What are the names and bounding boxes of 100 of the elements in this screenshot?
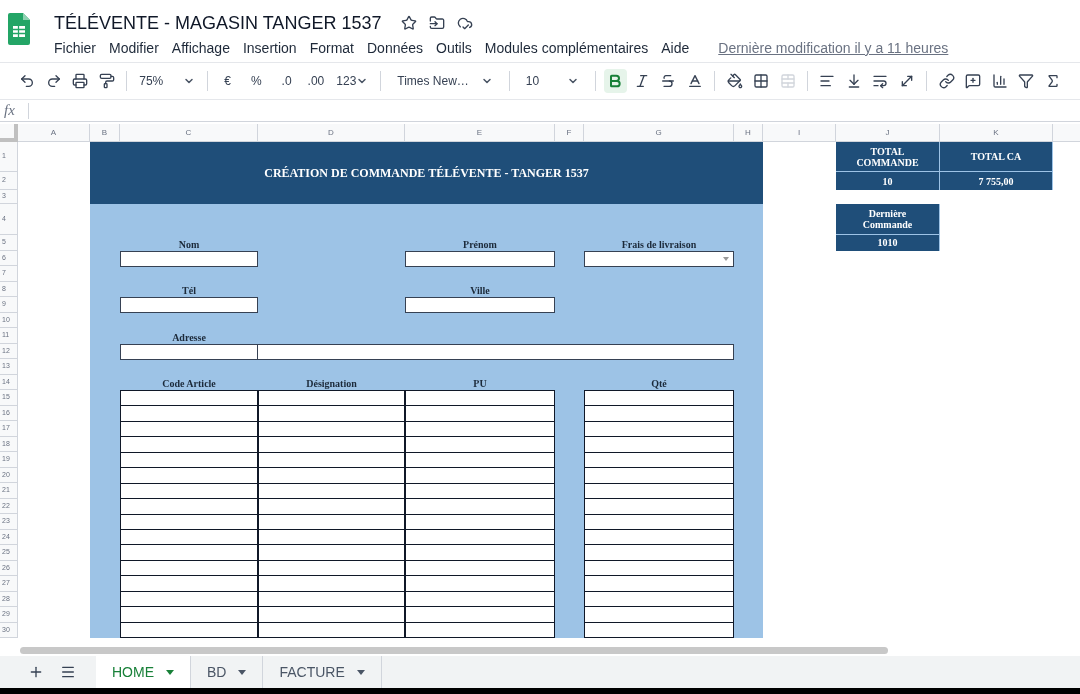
table-cell[interactable] [406, 514, 555, 530]
decrease-decimals-button[interactable]: .0 [273, 72, 300, 90]
table-cell[interactable] [585, 452, 734, 469]
table-cell[interactable] [585, 391, 734, 407]
menu-item[interactable]: Modifier [109, 38, 159, 59]
menu-item[interactable]: Insertion [242, 38, 297, 59]
table-cell[interactable] [259, 622, 405, 638]
column-header[interactable]: C [120, 124, 258, 142]
table-cell[interactable] [121, 391, 258, 407]
table-cell[interactable] [406, 607, 555, 623]
menu-item[interactable]: Outils [436, 38, 472, 59]
column-header[interactable]: D [258, 124, 405, 142]
table-cell[interactable] [259, 421, 405, 438]
table-cell[interactable] [406, 391, 555, 407]
currency-button[interactable]: € [216, 72, 239, 90]
table-cell[interactable] [406, 421, 555, 438]
table-cell[interactable] [259, 576, 405, 592]
zoom-dropdown[interactable]: 75% [135, 72, 200, 90]
bold-button[interactable] [604, 69, 627, 93]
table-cell[interactable] [259, 545, 405, 561]
table-cell[interactable] [259, 514, 405, 530]
table-cell[interactable] [259, 406, 405, 422]
table-cell[interactable] [259, 452, 405, 469]
table-cell[interactable] [585, 607, 734, 623]
star-icon[interactable] [401, 15, 418, 31]
table-cell[interactable] [259, 529, 405, 546]
table-cell[interactable] [121, 499, 258, 515]
font-dropdown[interactable]: Times New… [389, 72, 501, 90]
all-sheets-icon[interactable] [60, 664, 76, 680]
table-cell[interactable] [121, 545, 258, 561]
menu-item[interactable]: Fichier [54, 38, 96, 59]
table-cell[interactable] [121, 437, 258, 453]
table-cell[interactable] [406, 483, 555, 500]
column-header[interactable]: F [555, 124, 584, 142]
document-title[interactable]: TÉLÉVENTE - MAGASIN TANGER 1537 [54, 9, 382, 37]
table-cell[interactable] [406, 545, 555, 561]
table-cell[interactable] [585, 421, 734, 438]
spreadsheet-logo-icon[interactable] [8, 13, 30, 45]
table-cell[interactable] [406, 437, 555, 453]
table-cell[interactable] [259, 483, 405, 500]
table-cell[interactable] [259, 499, 405, 515]
table-cell[interactable] [585, 499, 734, 515]
table-cell[interactable] [406, 499, 555, 515]
table-cell[interactable] [585, 560, 734, 577]
table-cell[interactable] [121, 468, 258, 484]
table-cell[interactable] [259, 391, 405, 407]
menu-item[interactable]: Modules complémentaires [484, 38, 649, 59]
table-cell[interactable] [585, 406, 734, 422]
table-cell[interactable] [585, 437, 734, 453]
table-cell[interactable] [259, 560, 405, 577]
column-header[interactable]: H [734, 124, 763, 142]
menu-item[interactable]: Aide [661, 38, 690, 59]
percent-button[interactable]: % [242, 72, 270, 90]
field-label: Frais de livraison [620, 239, 698, 251]
column-header[interactable]: A [18, 124, 90, 142]
table-cell[interactable] [585, 576, 734, 592]
table-cell[interactable] [259, 468, 405, 484]
font-size-dropdown[interactable]: 10 [517, 72, 588, 90]
column-header[interactable]: J [836, 124, 940, 142]
table-cell[interactable] [121, 622, 258, 638]
number-format-dropdown[interactable]: 123 [332, 72, 373, 90]
column-header[interactable]: E [405, 124, 555, 142]
cloud-icon[interactable] [457, 15, 474, 31]
table-cell[interactable] [585, 514, 734, 530]
table-cell[interactable] [259, 591, 405, 608]
table-cell[interactable] [121, 406, 258, 422]
input-field[interactable] [405, 297, 555, 313]
table-cell[interactable] [406, 468, 555, 484]
last-modified-link[interactable]: Dernière modification il y a 11 heures [718, 38, 949, 59]
table-cell[interactable] [259, 437, 405, 453]
table-cell[interactable] [406, 576, 555, 592]
horizontal-scrollbar[interactable] [20, 646, 888, 654]
table-cell[interactable] [585, 545, 734, 561]
table-cell[interactable] [406, 560, 555, 577]
table-cell[interactable] [121, 607, 258, 623]
table-cell[interactable] [259, 607, 405, 623]
table-cell[interactable] [406, 529, 555, 546]
sheet-tab[interactable]: HOME [96, 656, 191, 688]
table-cell[interactable] [406, 406, 555, 422]
add-sheet-icon[interactable] [28, 664, 44, 680]
table-cell[interactable] [121, 576, 258, 592]
column-header[interactable]: G [584, 124, 734, 142]
folder-icon[interactable] [429, 15, 446, 31]
input-field[interactable] [120, 297, 258, 313]
menu-item[interactable]: Format [309, 38, 354, 59]
menu-item[interactable]: Affichage [171, 38, 230, 59]
table-cell[interactable] [585, 529, 734, 546]
table-cell[interactable] [406, 622, 555, 638]
increase-decimals-button[interactable]: .00 [303, 72, 329, 90]
table-cell[interactable] [585, 468, 734, 484]
column-header[interactable]: I [763, 124, 836, 142]
table-cell[interactable] [121, 514, 258, 530]
column-header[interactable]: B [90, 124, 120, 142]
table-cell[interactable] [585, 591, 734, 608]
table-cell[interactable] [406, 591, 555, 608]
column-header[interactable]: K [940, 124, 1053, 142]
table-cell[interactable] [406, 452, 555, 469]
menu-item[interactable]: Données [367, 38, 424, 59]
table-cell[interactable] [585, 622, 734, 638]
table-cell[interactable] [585, 483, 734, 500]
